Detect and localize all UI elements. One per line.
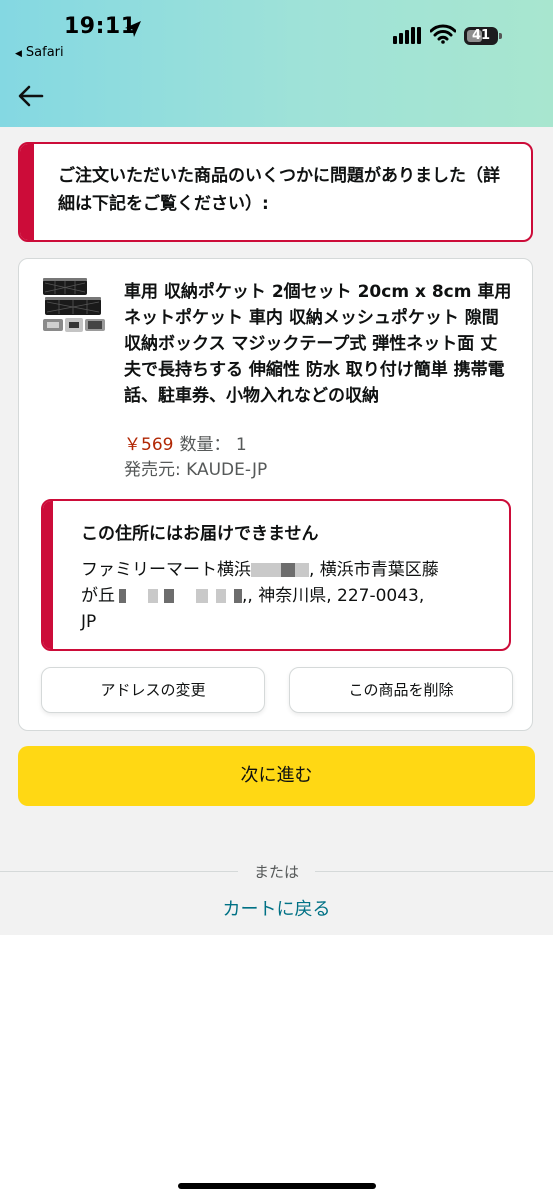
alert-message: ご注文いただいた商品のいくつかに問題がありました（詳細は下記をご覧ください）: — [58, 166, 500, 214]
app-header: 19:11 ◀ Safari 41 — [0, 0, 553, 127]
item-card: 車用 収納ポケット 2個セット 20cm x 8cm 車用 ネットポケット 車内… — [18, 258, 533, 731]
back-app-label: Safari — [25, 45, 64, 60]
redacted-text — [164, 589, 174, 603]
redacted-text — [148, 589, 158, 603]
address-line1-start: ファミリーマート横浜 — [81, 560, 251, 580]
price-quantity-line: ￥569 数量： 1 — [124, 433, 247, 457]
product-name[interactable]: 車用 収納ポケット 2個セット 20cm x 8cm 車用 ネットポケット 車内… — [124, 279, 514, 409]
battery-cap — [499, 33, 502, 39]
redacted-text — [281, 563, 295, 577]
address-line1-end: , 横浜市青葉区藤 — [309, 560, 439, 580]
battery-icon: 41 — [464, 27, 498, 45]
address-line2-start: が丘 — [81, 586, 115, 606]
address-line3: JP — [81, 612, 97, 632]
battery-level: 41 — [471, 28, 491, 43]
order-problem-alert: ご注文いただいた商品のいくつかに問題がありました（詳細は下記をご覧ください）: — [18, 142, 533, 242]
cellular-signal-icon — [393, 27, 421, 44]
redacted-text — [295, 563, 309, 577]
home-indicator[interactable] — [178, 1183, 376, 1189]
delete-item-button[interactable]: この商品を削除 — [289, 667, 513, 713]
address-warning: この住所にはお届けできません ファミリーマート横浜 , 横浜市青葉区藤 が丘 ,, … — [41, 499, 511, 651]
address-warning-bar — [43, 501, 53, 649]
redacted-text — [234, 589, 242, 603]
alert-bar — [20, 144, 34, 240]
address-line2-end: ,, 神奈川県, 227-0043, — [242, 586, 425, 606]
redacted-text — [216, 589, 226, 603]
seller-info: 発売元: KAUDE-JP — [124, 460, 268, 480]
address-warning-title: この住所にはお届けできません — [81, 524, 319, 544]
back-to-cart-link[interactable]: カートに戻る — [0, 895, 553, 921]
item-price: ￥569 — [124, 435, 174, 455]
back-arrow-icon[interactable] — [17, 82, 45, 110]
next-button[interactable]: 次に進む — [18, 746, 535, 806]
product-thumbnail[interactable] — [41, 277, 107, 337]
delivery-address: ファミリーマート横浜 , 横浜市青葉区藤 が丘 ,, 神奈川県, 227-0043,… — [81, 557, 491, 635]
wifi-icon — [430, 24, 456, 44]
item-quantity: 数量： 1 — [179, 435, 247, 455]
location-arrow-icon — [125, 21, 141, 37]
back-to-app[interactable]: ◀ Safari — [15, 45, 64, 60]
redacted-text — [251, 563, 281, 577]
back-triangle-icon: ◀ — [15, 49, 22, 59]
change-address-button[interactable]: アドレスの変更 — [41, 667, 265, 713]
redacted-text — [196, 589, 208, 603]
redacted-text — [119, 589, 126, 603]
or-separator: または — [253, 863, 299, 881]
